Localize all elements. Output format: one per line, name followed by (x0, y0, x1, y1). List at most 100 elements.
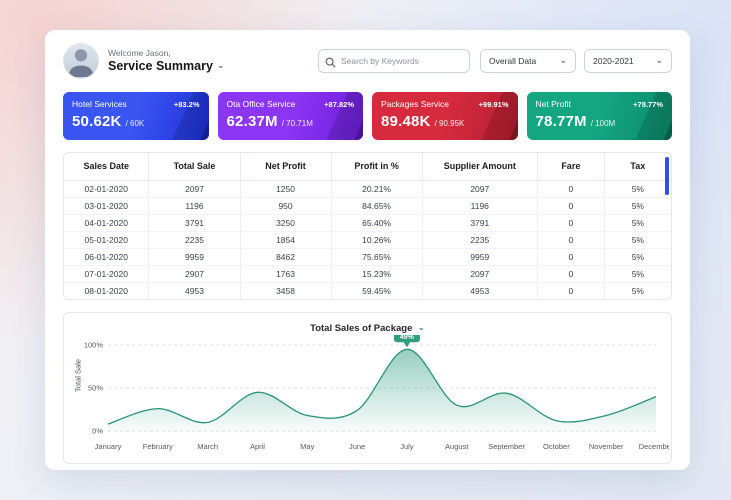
data-filter-select[interactable]: Overall Data ⌄ (480, 49, 576, 73)
search-icon (325, 55, 336, 73)
table-body: 02-01-2020 2097 1250 20.21% 2097 0 5% 03-01-202… (64, 180, 671, 299)
table-cell: 0 (537, 265, 605, 283)
table-row[interactable]: 02-01-2020 2097 1250 20.21% 2097 0 5% (64, 180, 671, 198)
stat-label: Hotel Services (72, 99, 127, 109)
y-tick-label: 50% (88, 384, 103, 393)
y-axis-label: Total Sale (73, 359, 83, 392)
x-axis-label: May (300, 442, 314, 451)
table-cell: 75.65% (331, 248, 423, 266)
table-cell: 5% (604, 180, 671, 198)
table-cell: 1196 (148, 197, 241, 215)
chevron-down-icon: ⌄ (559, 54, 567, 65)
header: Welcome Jason, Service Summary ⌄ Overall… (45, 30, 690, 88)
peak-badge-label: 49% (400, 335, 415, 341)
chevron-down-icon[interactable]: ⌄ (417, 322, 425, 333)
column-header[interactable]: Profit in % (331, 153, 423, 181)
table-row[interactable]: 05-01-2020 2235 1854 10.26% 2235 0 5% (64, 231, 671, 249)
table-cell: 2097 (148, 180, 241, 198)
table-cell: 0 (537, 197, 605, 215)
table-cell: 2097 (422, 180, 538, 198)
year-filter-select[interactable]: 2020-2021 ⌄ (584, 49, 672, 73)
column-header[interactable]: Tax (604, 153, 671, 181)
chevron-down-icon: ⌄ (655, 54, 663, 65)
table-cell: 4953 (148, 282, 241, 299)
x-axis-label: January (95, 442, 122, 451)
column-header[interactable]: Net Profit (240, 153, 332, 181)
data-filter-value: Overall Data (489, 56, 537, 66)
welcome-text: Welcome Jason, (108, 47, 171, 58)
table-cell: 1250 (240, 180, 332, 198)
y-tick-label: 100% (84, 341, 104, 350)
stat-cards-row: Hotel Services +83.2% 50.62K / 60K Ota O… (45, 88, 690, 140)
x-axis-label: December (639, 442, 669, 451)
search-box (318, 49, 470, 73)
table-cell: 07-01-2020 (64, 265, 150, 283)
chart-panel: Total Sales of Package ⌄ Total Sale 100%… (63, 312, 674, 464)
stat-label: Packages Service (381, 99, 450, 109)
stat-card[interactable]: Net Profit +78.77% 78.77M / 100M (526, 92, 672, 140)
stat-value: 50.62K (72, 113, 122, 130)
sales-table: Sales Date Total Sale Net Profit Profit … (63, 152, 672, 300)
table-row[interactable]: 08-01-2020 4953 3458 59.45% 4953 0 5% (64, 282, 671, 299)
dashboard-card: Welcome Jason, Service Summary ⌄ Overall… (45, 30, 690, 470)
stat-value: 78.77M (535, 113, 587, 130)
peak-badge-pointer (403, 341, 411, 348)
table-cell: 2235 (148, 231, 241, 249)
table-cell: 9959 (422, 248, 538, 266)
table-cell: 10.26% (331, 231, 423, 249)
column-header[interactable]: Supplier Amount (422, 153, 538, 181)
y-tick-label: 0% (92, 427, 103, 436)
x-axis-label: November (589, 442, 624, 451)
table-cell: 08-01-2020 (64, 282, 150, 299)
table-cell: 0 (537, 248, 605, 266)
stat-card[interactable]: Ota Office Service +87.82% 62.37M / 70.7… (217, 92, 363, 140)
stat-badge: +99.91% (478, 99, 509, 109)
stat-card[interactable]: Packages Service +99.91% 89.48K / 90.95K (372, 92, 518, 140)
chevron-down-icon[interactable]: ⌄ (217, 60, 225, 70)
column-header[interactable]: Fare (537, 153, 605, 181)
stat-target: / 60K (125, 119, 145, 128)
person-icon (68, 49, 94, 77)
x-axis-label: February (143, 442, 173, 451)
table-cell: 03-01-2020 (64, 197, 150, 215)
stat-target: / 100M (590, 119, 616, 128)
table-cell: 3250 (240, 214, 332, 232)
table-cell: 05-01-2020 (64, 231, 150, 249)
table-row[interactable]: 07-01-2020 2907 1763 15.23% 2097 0 5% (64, 265, 671, 283)
table-row[interactable]: 03-01-2020 1196 950 84.65% 1196 0 5% (64, 197, 671, 215)
x-axis-label: March (197, 442, 218, 451)
stat-value: 89.48K (381, 113, 431, 130)
table-cell: 15.23% (331, 265, 423, 283)
table-cell: 9959 (148, 248, 241, 266)
table-cell: 2907 (148, 265, 241, 283)
table-cell: 8462 (240, 248, 332, 266)
chart-title: Total Sales of Package (310, 322, 413, 334)
stat-card[interactable]: Hotel Services +83.2% 50.62K / 60K (63, 92, 209, 140)
table-cell: 5% (604, 231, 671, 249)
stat-badge: +78.77% (633, 99, 663, 109)
table-cell: 59.45% (331, 282, 423, 299)
table-cell: 06-01-2020 (64, 248, 150, 266)
avatar[interactable] (63, 43, 99, 79)
area-chart: 100% 50% 0% January February March April May Jun… (84, 330, 674, 451)
search-input[interactable] (318, 49, 470, 73)
stat-value: 62.37M (226, 113, 278, 130)
table-cell: 1854 (240, 231, 332, 249)
x-axis-label: April (250, 442, 265, 451)
table-cell: 4953 (422, 282, 538, 299)
table-cell: 1196 (422, 197, 538, 215)
x-axis-label: June (349, 442, 365, 451)
x-axis-label: September (488, 442, 525, 451)
table-cell: 0 (537, 231, 605, 249)
table-cell: 5% (631, 285, 644, 296)
stat-label: Ota Office Service (226, 99, 296, 109)
table-row[interactable]: 06-01-2020 9959 8462 75.65% 9959 0 5% (64, 248, 671, 266)
table-row[interactable]: 04-01-2020 3791 3250 65.40% 3791 0 5% (64, 214, 671, 232)
table-header-row: Sales Date Total Sale Net Profit Profit … (64, 153, 671, 181)
area-fill (108, 349, 656, 431)
stat-badge: +83.2% (173, 99, 200, 109)
column-header[interactable]: Sales Date (64, 153, 150, 181)
table-scrollbar[interactable] (665, 157, 669, 195)
table-cell: 950 (240, 197, 332, 215)
column-header[interactable]: Total Sale (148, 153, 241, 181)
